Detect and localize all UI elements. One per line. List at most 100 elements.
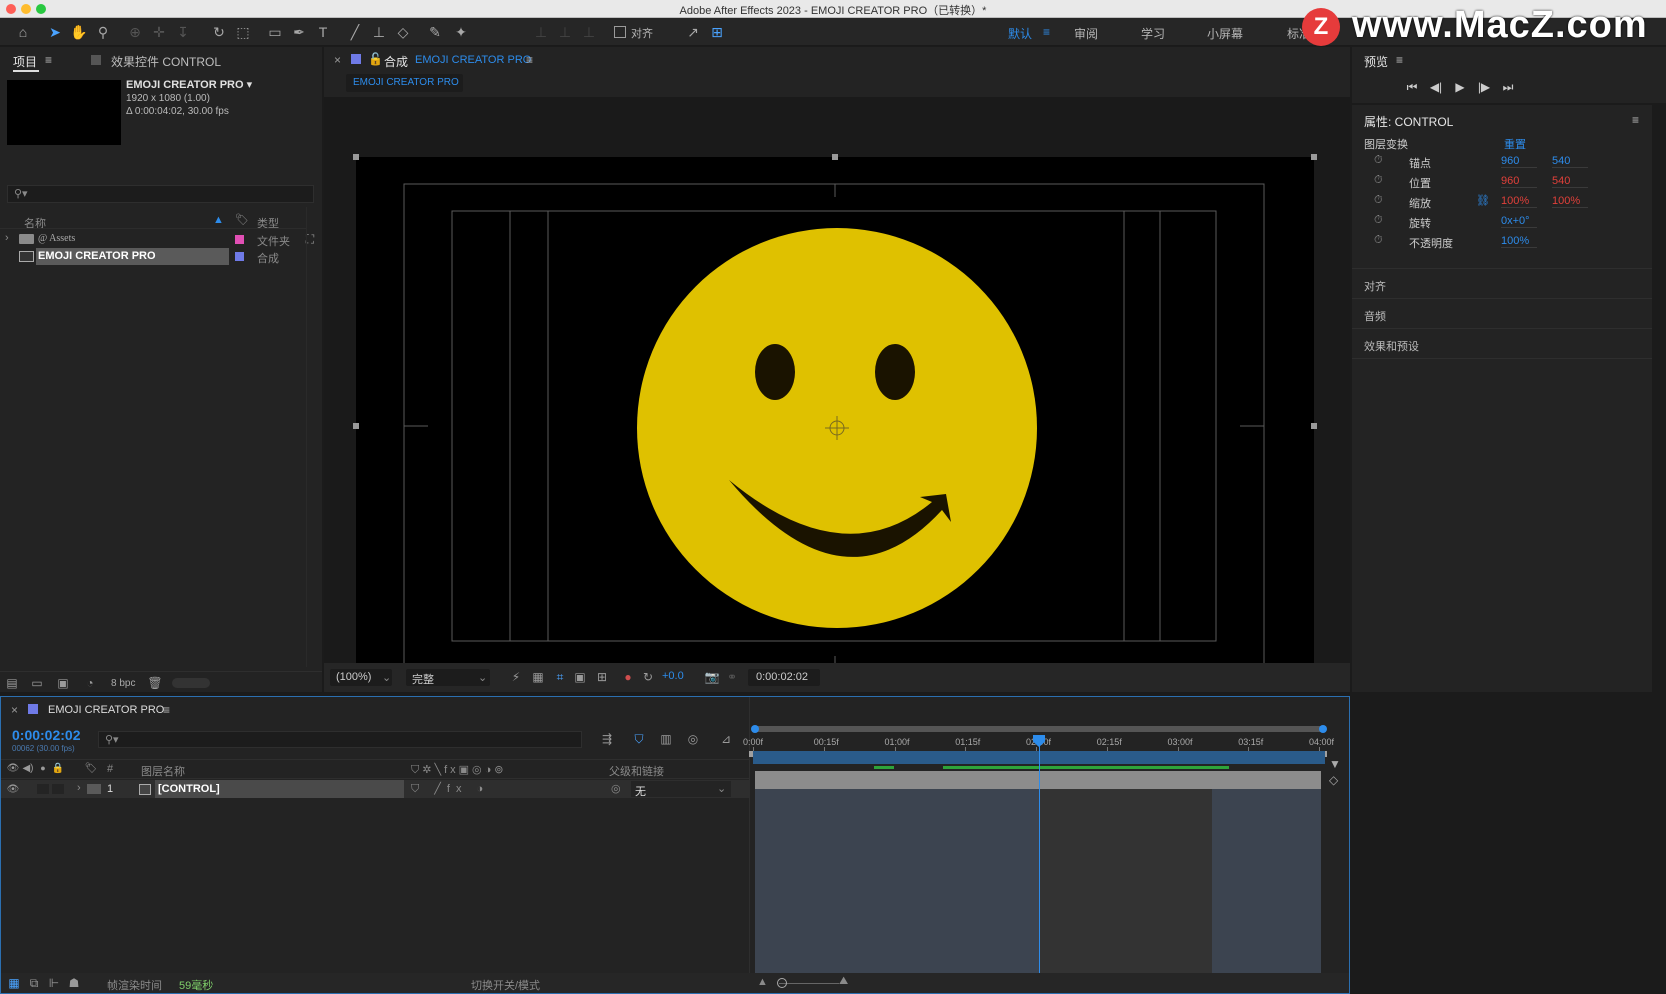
layer-switches-toggle-icon[interactable]: ▦: [7, 976, 21, 990]
view-axis-icon[interactable]: ⊥: [578, 21, 600, 43]
orbit-camera-icon[interactable]: ⊕: [124, 21, 146, 43]
local-axis-icon[interactable]: ⊥: [530, 21, 552, 43]
layer-name[interactable]: [CONTROL]: [158, 783, 220, 795]
constrain-proportions-icon[interactable]: ⛓: [1476, 194, 1490, 207]
tab-effect-controls[interactable]: 效果控件 CONTROL: [111, 53, 221, 70]
type-tool-icon[interactable]: T: [312, 21, 334, 43]
comp-button-icon[interactable]: ▼: [1329, 757, 1341, 771]
draft-3d-icon[interactable]: ⛉: [631, 731, 647, 747]
composition-mini-flowchart-icon[interactable]: ⇶: [599, 731, 615, 747]
solo-toggle[interactable]: [37, 784, 49, 794]
selection-tool-icon[interactable]: ➤: [44, 21, 66, 43]
rectangle-tool-icon[interactable]: ▭: [264, 21, 286, 43]
eraser-tool-icon[interactable]: ◇: [392, 21, 414, 43]
new-composition-icon[interactable]: ▣: [54, 675, 72, 691]
workspace-review[interactable]: 审阅: [1074, 25, 1098, 42]
label-color-swatch[interactable]: [87, 784, 101, 794]
lock-toggle[interactable]: [52, 784, 64, 794]
playhead-line[interactable]: [1039, 739, 1040, 973]
align-section[interactable]: 对齐: [1364, 278, 1386, 294]
pan-behind-icon[interactable]: ⬚: [232, 21, 254, 43]
zoom-in-icon[interactable]: ⛰: [839, 975, 848, 988]
comp-tab-name[interactable]: EMOJI CREATOR PRO: [415, 54, 531, 66]
pan-camera-icon[interactable]: ✛: [148, 21, 170, 43]
world-axis-icon[interactable]: ⊥: [554, 21, 576, 43]
zoom-slider[interactable]: [779, 983, 839, 984]
roto-brush-icon[interactable]: ✎: [424, 21, 446, 43]
property-value-2[interactable]: 100%: [1552, 195, 1588, 208]
brush-tool-icon[interactable]: ╱: [344, 21, 366, 43]
grid-guides-icon[interactable]: ⊞: [594, 669, 610, 685]
pick-whip-icon[interactable]: ◎: [611, 782, 621, 795]
region-of-interest-icon[interactable]: ▣: [572, 669, 588, 685]
resolution-dropdown[interactable]: 完整 ⌄: [406, 669, 490, 686]
property-value-2[interactable]: 540: [1552, 175, 1588, 188]
reset-exposure-icon[interactable]: ↻: [640, 669, 656, 685]
project-search-input[interactable]: ⚲▾: [7, 185, 314, 203]
flowchart-icon[interactable]: ⛶: [302, 231, 318, 247]
preview-menu-icon[interactable]: ≡: [1396, 53, 1403, 67]
stopwatch-icon[interactable]: ⏱: [1374, 234, 1383, 247]
workspace-menu-icon[interactable]: ≡: [1043, 25, 1050, 39]
timeline-menu-icon[interactable]: ≡: [163, 703, 170, 717]
audio-section[interactable]: 音频: [1364, 308, 1386, 324]
comp-menu-icon[interactable]: ≡: [526, 53, 533, 67]
property-value-2[interactable]: 540: [1552, 155, 1588, 168]
navigator-start-handle[interactable]: [751, 725, 759, 733]
label-tag-icon[interactable]: 🏷: [85, 762, 98, 774]
exposure-value[interactable]: +0.0: [662, 670, 684, 682]
previous-frame-icon[interactable]: ◀|: [1428, 79, 1444, 95]
navigator-end-handle[interactable]: [1319, 725, 1327, 733]
column-parent-link[interactable]: 父级和链接: [609, 763, 664, 779]
close-tab-icon[interactable]: ×: [334, 53, 341, 67]
comp-name[interactable]: EMOJI CREATOR PRO ▾: [126, 78, 252, 91]
last-frame-icon[interactable]: ⏭: [1500, 79, 1516, 95]
snap-icon[interactable]: ↗: [682, 21, 704, 43]
zoom-slider-handle[interactable]: [777, 978, 787, 988]
layer-end-icon[interactable]: ◇: [1329, 773, 1338, 787]
workspace-small-screen[interactable]: 小屏幕: [1207, 25, 1243, 42]
property-value-1[interactable]: 100%: [1501, 235, 1537, 248]
pen-tool-icon[interactable]: ✒: [288, 21, 310, 43]
label-color-swatch[interactable]: [235, 252, 244, 261]
in-out-toggle-icon[interactable]: ⊩: [47, 976, 61, 990]
adjust-project-icon[interactable]: ◔: [82, 675, 98, 691]
list-item[interactable]: › @ Assets 文件夹: [0, 231, 306, 248]
property-value-1[interactable]: 960: [1501, 175, 1537, 188]
audio-icon[interactable]: ◀): [22, 762, 34, 774]
timeline-current-time[interactable]: 0:00:02:02: [12, 727, 81, 743]
align-checkbox[interactable]: [614, 26, 626, 38]
toggle-switches-modes[interactable]: 切换开关/模式: [471, 977, 540, 993]
dolly-camera-icon[interactable]: ↧: [172, 21, 194, 43]
stopwatch-icon[interactable]: ⏱: [1374, 194, 1383, 207]
label-color-swatch[interactable]: [235, 235, 244, 244]
properties-menu-icon[interactable]: ≡: [1632, 113, 1639, 127]
next-frame-icon[interactable]: |▶: [1476, 79, 1492, 95]
render-time-icon[interactable]: ☗: [67, 976, 81, 990]
play-icon[interactable]: ▶: [1452, 79, 1468, 95]
stopwatch-icon[interactable]: ⏱: [1374, 174, 1383, 187]
stopwatch-icon[interactable]: ⏱: [1374, 154, 1383, 167]
home-icon[interactable]: ⌂: [12, 21, 34, 43]
comp-tab-prefix[interactable]: 合成: [384, 53, 408, 70]
transfer-controls-icon[interactable]: ⧉: [27, 976, 41, 990]
snapping-toggle-icon[interactable]: ⊞: [706, 21, 728, 43]
layer-duration-bar[interactable]: [755, 771, 1321, 789]
comp-viewer[interactable]: [324, 97, 1350, 663]
workspace-default[interactable]: 默认: [1008, 25, 1032, 42]
bit-depth-button[interactable]: 8 bpc: [111, 678, 135, 689]
motion-blur-icon[interactable]: ◎: [685, 731, 701, 747]
hand-tool-icon[interactable]: ✋: [68, 21, 90, 43]
sort-ascending-icon[interactable]: ▲: [213, 214, 224, 226]
rotate-tool-icon[interactable]: ↻: [208, 21, 230, 43]
channel-rgb-icon[interactable]: ●: [620, 669, 636, 685]
expand-chevron-icon[interactable]: ›: [77, 782, 81, 794]
property-value-1[interactable]: 960: [1501, 155, 1537, 168]
column-layer-name[interactable]: 图层名称: [141, 763, 185, 779]
clone-stamp-icon[interactable]: ⊥: [368, 21, 390, 43]
first-frame-icon[interactable]: ⏮: [1404, 79, 1420, 95]
visibility-eye-icon[interactable]: 👁: [7, 783, 20, 795]
show-snapshot-icon[interactable]: ⚭: [724, 669, 740, 685]
stopwatch-icon[interactable]: ⏱: [1374, 214, 1383, 227]
puppet-pin-icon[interactable]: ✦: [450, 21, 472, 43]
